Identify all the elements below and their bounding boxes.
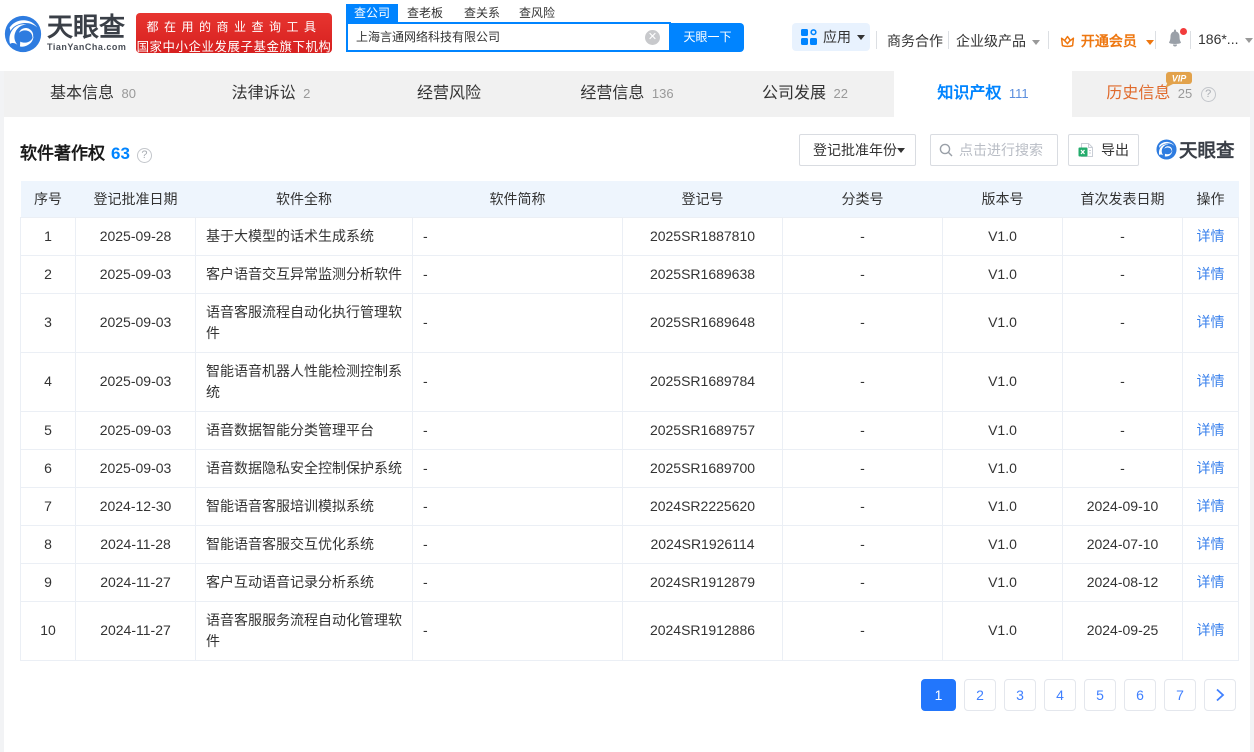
svg-text:天眼查: 天眼查 bbox=[1179, 140, 1235, 161]
svg-text:TianYanCha.com: TianYanCha.com bbox=[47, 42, 126, 52]
svg-text:VIP: VIP bbox=[1172, 74, 1188, 84]
svg-text:天眼查: 天眼查 bbox=[47, 12, 125, 42]
